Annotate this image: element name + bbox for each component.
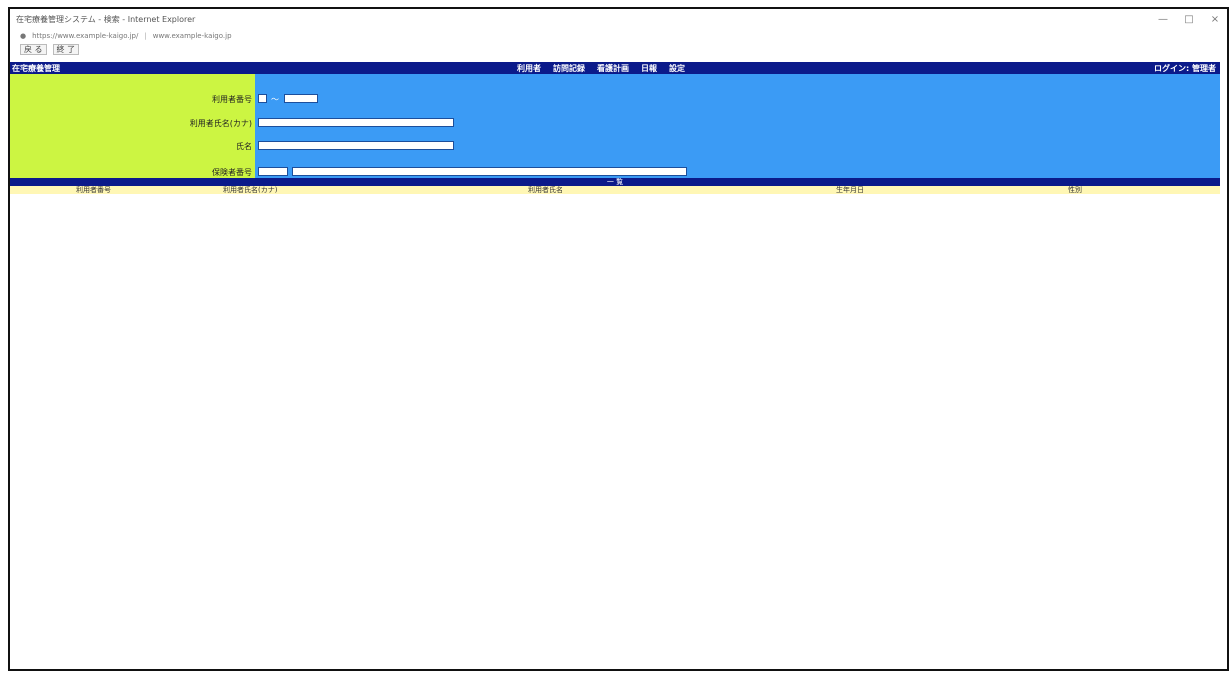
form-fields: 〜: [255, 74, 1220, 178]
window-controls: — □ ×: [1157, 14, 1221, 25]
app-header: 在宅療養管理 利用者 訪問記録 看護計画 日報 設定 ログイン: 管理者: [10, 62, 1220, 74]
name-kana-input[interactable]: [258, 118, 454, 127]
column-birthdate[interactable]: 生年月日: [836, 186, 864, 194]
maximize-icon[interactable]: □: [1183, 14, 1195, 25]
address-bar[interactable]: ● https://www.example-kaigo.jp/ | www.ex…: [10, 29, 1227, 43]
column-gender[interactable]: 性別: [1068, 186, 1082, 194]
insurer-name-input[interactable]: [292, 167, 687, 176]
list-column-header: 利用者番号 利用者氏名(カナ) 利用者氏名 生年月日 性別: [10, 186, 1220, 194]
address-separator: |: [144, 32, 147, 40]
label-usage-no: 利用者番号: [212, 95, 252, 104]
column-usage-no[interactable]: 利用者番号: [76, 186, 111, 194]
list-title: 一 覧: [606, 178, 624, 186]
system-name: 在宅療養管理: [12, 63, 60, 73]
insurer-code-input[interactable]: [258, 167, 288, 176]
label-name: 氏名: [236, 142, 252, 151]
usage-no-range-sep: 〜: [271, 95, 279, 104]
column-name-kana[interactable]: 利用者氏名(カナ): [223, 186, 277, 194]
exit-button[interactable]: 終 了: [52, 44, 80, 55]
usage-no-from-input[interactable]: [258, 94, 267, 103]
usage-no-to-input[interactable]: [284, 94, 318, 103]
search-form: 利用者番号 利用者氏名(カナ) 氏名 保険者番号 〜: [10, 74, 1220, 178]
menu-item-settings[interactable]: 設定: [669, 63, 685, 74]
lock-icon: ●: [20, 32, 27, 40]
address-url[interactable]: https://www.example-kaigo.jp/: [32, 32, 138, 40]
column-name[interactable]: 利用者氏名: [528, 186, 563, 194]
result-list: [10, 194, 1220, 662]
menu-item-daily[interactable]: 日報: [641, 63, 657, 74]
label-insurer-no: 保険者番号: [212, 168, 252, 177]
user-info: ログイン: 管理者: [1154, 63, 1216, 73]
app-toolbar: 戻 る 終 了: [10, 43, 1227, 56]
main-menu: 利用者 訪問記録 看護計画 日報 設定: [517, 63, 1154, 74]
menu-item-visits[interactable]: 訪問記録: [553, 63, 585, 74]
close-icon[interactable]: ×: [1209, 14, 1221, 25]
minimize-icon[interactable]: —: [1157, 14, 1169, 25]
form-labels: 利用者番号 利用者氏名(カナ) 氏名 保険者番号: [10, 74, 255, 178]
title-bar: 在宅療養管理システム - 検索 - Internet Explorer — □ …: [10, 9, 1227, 29]
address-extra: www.example-kaigo.jp: [152, 32, 232, 40]
back-button[interactable]: 戻 る: [20, 44, 47, 55]
menu-item-plans[interactable]: 看護計画: [597, 63, 629, 74]
menu-item-patients[interactable]: 利用者: [517, 63, 541, 74]
list-title-bar: 一 覧: [10, 178, 1220, 186]
window-title: 在宅療養管理システム - 検索 - Internet Explorer: [16, 14, 196, 24]
label-name-kana: 利用者氏名(カナ): [189, 119, 252, 128]
name-input[interactable]: [258, 141, 454, 150]
